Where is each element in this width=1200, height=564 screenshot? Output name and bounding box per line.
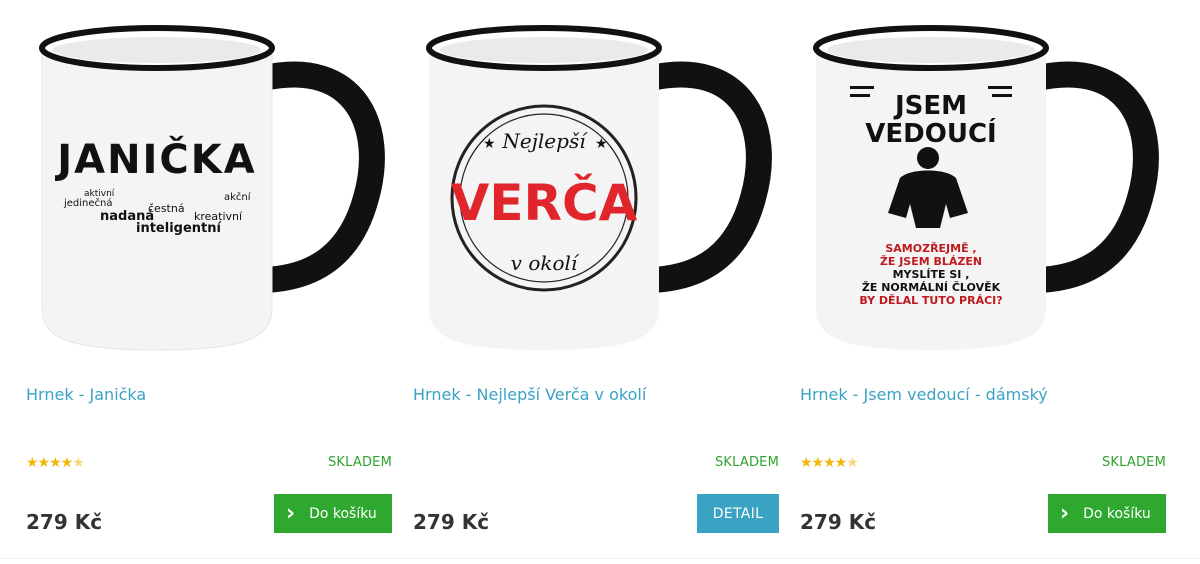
divider	[0, 558, 1200, 559]
product-title-link[interactable]: Hrnek - Jsem vedoucí - dámský	[800, 385, 1166, 404]
svg-text:★: ★	[595, 136, 608, 152]
add-to-cart-button[interactable]: › Do košíku	[274, 494, 392, 533]
chevron-right-icon: ›	[1060, 500, 1070, 526]
svg-text:v okolí: v okolí	[511, 251, 580, 275]
svg-text:Nejlepší: Nejlepší	[501, 129, 588, 153]
chevron-right-icon: ›	[286, 500, 296, 526]
add-to-cart-label: Do košíku	[309, 505, 377, 522]
svg-text:aktivní: aktivní	[84, 189, 115, 199]
detail-button[interactable]: DETAIL	[697, 494, 779, 533]
svg-text:★: ★	[483, 136, 496, 152]
svg-text:ŽE JSEM BLÁZEN: ŽE JSEM BLÁZEN	[880, 255, 982, 268]
star-icon: ★★★★	[800, 455, 847, 471]
star-icon: ★★★★	[26, 455, 73, 471]
svg-text:SAMOZŘEJMĚ ,: SAMOZŘEJMĚ ,	[885, 242, 976, 255]
product-image[interactable]: JANIČKA jedinečná aktivní nadaná intelig…	[26, 8, 392, 370]
product-card: JSEM VEDOUCÍ SAMOZŘEJMĚ , ŽE JSEM BLÁZEN…	[800, 0, 1166, 564]
mug-vedouci-image: JSEM VEDOUCÍ SAMOZŘEJMĚ , ŽE JSEM BLÁZEN…	[800, 8, 1166, 370]
product-price: 279 Kč	[26, 510, 103, 534]
add-to-cart-button[interactable]: › Do košíku	[1048, 494, 1166, 533]
star-half-icon: ★	[846, 455, 859, 471]
svg-text:JANIČKA: JANIČKA	[54, 135, 257, 183]
stock-status: SKLADEM	[327, 455, 392, 470]
rating-stars: ★★★★★	[26, 455, 106, 471]
svg-text:JSEM: JSEM	[893, 91, 967, 121]
product-price: 279 Kč	[413, 510, 490, 534]
stock-status: SKLADEM	[1101, 455, 1166, 470]
product-title-link[interactable]: Hrnek - Nejlepší Verča v okolí	[413, 385, 779, 404]
product-grid: JANIČKA jedinečná aktivní nadaná intelig…	[0, 0, 1200, 564]
product-price: 279 Kč	[800, 510, 877, 534]
svg-text:akční: akční	[224, 191, 252, 203]
svg-text:ŽE NORMÁLNÍ ČLOVĚK: ŽE NORMÁLNÍ ČLOVĚK	[862, 281, 1001, 294]
svg-text:BY DĚLAL TUTO PRÁCI?: BY DĚLAL TUTO PRÁCI?	[859, 294, 1002, 307]
product-image[interactable]: JSEM VEDOUCÍ SAMOZŘEJMĚ , ŽE JSEM BLÁZEN…	[800, 8, 1166, 370]
svg-text:inteligentní: inteligentní	[136, 221, 223, 236]
svg-text:VEDOUCÍ: VEDOUCÍ	[865, 117, 996, 149]
product-image[interactable]: Nejlepší VERČA v okolí ★ ★	[413, 8, 779, 370]
product-title-link[interactable]: Hrnek - Janička	[26, 385, 392, 404]
rating-stars: ★★★★★	[800, 455, 880, 471]
product-card: Nejlepší VERČA v okolí ★ ★ Hrnek - Nejle…	[413, 0, 779, 564]
mug-janicka-image: JANIČKA jedinečná aktivní nadaná intelig…	[26, 8, 392, 370]
add-to-cart-label: Do košíku	[1083, 505, 1151, 522]
svg-text:čestná: čestná	[148, 202, 185, 215]
product-card: JANIČKA jedinečná aktivní nadaná intelig…	[26, 0, 392, 564]
svg-text:kreativní: kreativní	[194, 210, 243, 223]
svg-text:VERČA: VERČA	[451, 173, 638, 232]
stock-status: SKLADEM	[714, 455, 779, 470]
svg-text:MYSLÍTE SI ,: MYSLÍTE SI ,	[893, 268, 970, 281]
mug-verca-image: Nejlepší VERČA v okolí ★ ★	[413, 8, 779, 370]
star-half-icon: ★	[72, 455, 85, 471]
